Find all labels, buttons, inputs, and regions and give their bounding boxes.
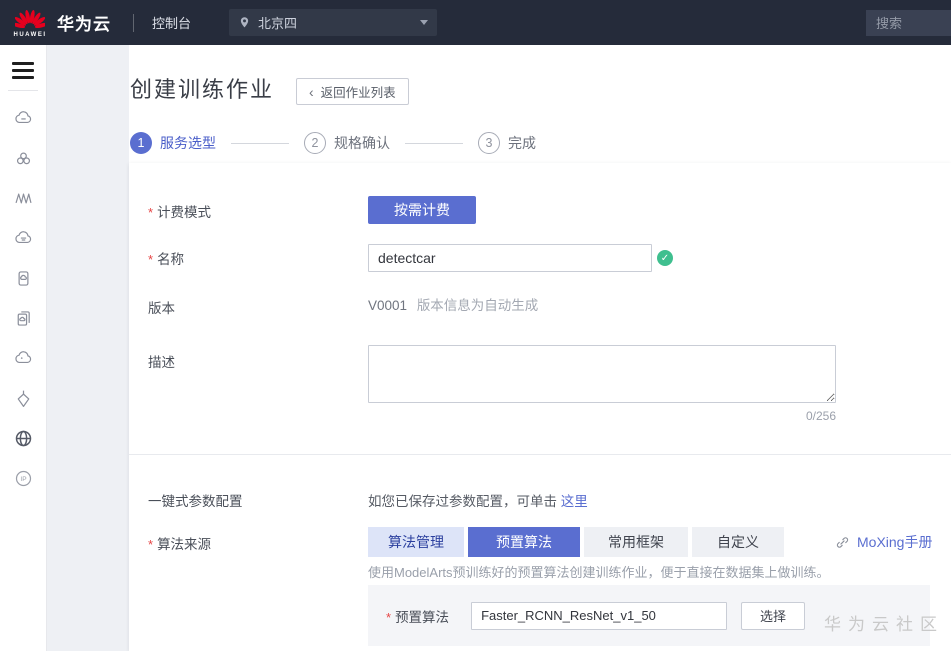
- sidebar-divider: [8, 90, 38, 91]
- required-mark: *: [148, 252, 153, 267]
- waves-icon: [13, 188, 34, 209]
- watermark: 华为云社区: [824, 610, 944, 635]
- console-link[interactable]: 控制台: [152, 13, 191, 32]
- version-value-line: V0001 版本信息为自动生成: [368, 294, 538, 314]
- app-window: HUAWEI 华为云 控制台 北京四: [0, 0, 951, 651]
- globe-icon: [13, 428, 34, 449]
- step-spec-confirm: 2 规格确认: [304, 132, 390, 154]
- cloud-list-icon: [13, 228, 34, 249]
- step-number: 1: [130, 132, 152, 154]
- step-label: 完成: [508, 133, 536, 153]
- left-sidebar: IP: [0, 45, 47, 651]
- sidebar-item-notebook[interactable]: [12, 268, 34, 289]
- prism-icon: [13, 388, 34, 409]
- tab-common-framework[interactable]: 常用框架: [584, 527, 688, 557]
- preset-algo-input[interactable]: [471, 602, 727, 630]
- step-service-selection: 1 服务选型: [130, 132, 216, 154]
- algo-source-label: *算法来源: [148, 533, 211, 553]
- algo-source-hint: 使用ModelArts预训练好的预置算法创建训练作业，便于直接在数据集上做训练。: [368, 562, 830, 581]
- sidebar-item-copy[interactable]: [12, 308, 34, 329]
- sidebar-item-globe[interactable]: [12, 428, 34, 449]
- algo-source-tabs: 算法管理 预置算法 常用框架 自定义: [368, 527, 784, 557]
- link-icon: [835, 535, 850, 550]
- description-textarea[interactable]: [368, 345, 836, 403]
- huawei-logo: HUAWEI: [9, 8, 51, 38]
- wizard-steps: 1 服务选型 2 规格确认 3 完成: [130, 132, 536, 154]
- name-label: *名称: [148, 248, 184, 268]
- version-label: 版本: [148, 297, 175, 317]
- version-value: V0001: [368, 298, 407, 313]
- notebook-icon: [13, 268, 34, 289]
- step-label: 服务选型: [160, 133, 216, 153]
- moxing-manual-label: MoXing手册: [857, 532, 932, 552]
- moxing-manual-link[interactable]: MoXing手册: [835, 532, 932, 552]
- back-button[interactable]: ‹ 返回作业列表: [296, 78, 409, 105]
- tab-algo-manage[interactable]: 算法管理: [368, 527, 464, 557]
- ip-icon: IP: [13, 468, 34, 489]
- sidebar-item-group[interactable]: [12, 148, 34, 169]
- billing-mode-button[interactable]: 按需计费: [368, 196, 476, 224]
- group-icon: [13, 148, 34, 169]
- step-number: 3: [478, 132, 500, 154]
- svg-text:IP: IP: [20, 476, 27, 483]
- top-header: HUAWEI 华为云 控制台 北京四: [0, 0, 951, 45]
- required-mark: *: [148, 205, 153, 220]
- tab-preset-algo[interactable]: 预置算法: [468, 527, 580, 557]
- preset-algo-label: *预置算法: [386, 606, 449, 626]
- back-button-label: 返回作业列表: [321, 82, 396, 101]
- description-label: 描述: [148, 351, 175, 371]
- page-title: 创建训练作业: [130, 72, 274, 104]
- required-mark: *: [148, 537, 153, 552]
- sidebar-item-cloud-list[interactable]: [12, 228, 34, 249]
- step-connector: [405, 143, 463, 144]
- sidebar-item-prism[interactable]: [12, 388, 34, 409]
- chevron-down-icon: [420, 20, 428, 25]
- location-pin-icon: [238, 16, 251, 29]
- name-input[interactable]: [368, 244, 652, 272]
- step-connector: [231, 143, 289, 144]
- required-mark: *: [386, 610, 391, 625]
- valid-check-icon: ✓: [657, 250, 673, 266]
- search-input[interactable]: [866, 10, 951, 36]
- cloud-icon: [13, 108, 34, 129]
- menu-button[interactable]: [12, 62, 34, 79]
- sidebar-item-cloud[interactable]: [12, 108, 34, 129]
- chevron-left-icon: ‹: [309, 85, 314, 99]
- tab-custom[interactable]: 自定义: [692, 527, 784, 557]
- form-card: *计费模式 按需计费 *名称 ✓ 版本 V0001 版本信息为自动生成 描述 0…: [129, 163, 951, 651]
- char-counter: 0/256: [368, 409, 836, 423]
- copy-icon: [13, 308, 34, 329]
- content-gutter: [47, 45, 129, 651]
- section-divider: [129, 454, 951, 455]
- step-number: 2: [304, 132, 326, 154]
- huawei-flower-icon: [15, 8, 45, 30]
- choose-button[interactable]: 选择: [741, 602, 805, 630]
- version-hint: 版本信息为自动生成: [417, 298, 539, 313]
- cloud-dot-icon: [13, 348, 34, 369]
- one-click-text: 如您已保存过参数配置，可单击 这里: [368, 490, 588, 510]
- step-finish: 3 完成: [478, 132, 536, 154]
- step-label: 规格确认: [334, 133, 390, 153]
- region-label: 北京四: [258, 13, 297, 32]
- region-selector[interactable]: 北京四: [229, 9, 437, 36]
- header-divider: [133, 14, 134, 32]
- huawei-logo-text: HUAWEI: [9, 32, 51, 38]
- here-link[interactable]: 这里: [561, 494, 588, 509]
- billing-mode-label: *计费模式: [148, 201, 211, 221]
- brand-name: 华为云: [57, 10, 111, 35]
- one-click-label: 一键式参数配置: [148, 490, 243, 510]
- sidebar-item-cloud-dot[interactable]: [12, 348, 34, 369]
- sidebar-item-ip[interactable]: IP: [12, 468, 34, 489]
- sidebar-item-modelarts[interactable]: [12, 188, 34, 209]
